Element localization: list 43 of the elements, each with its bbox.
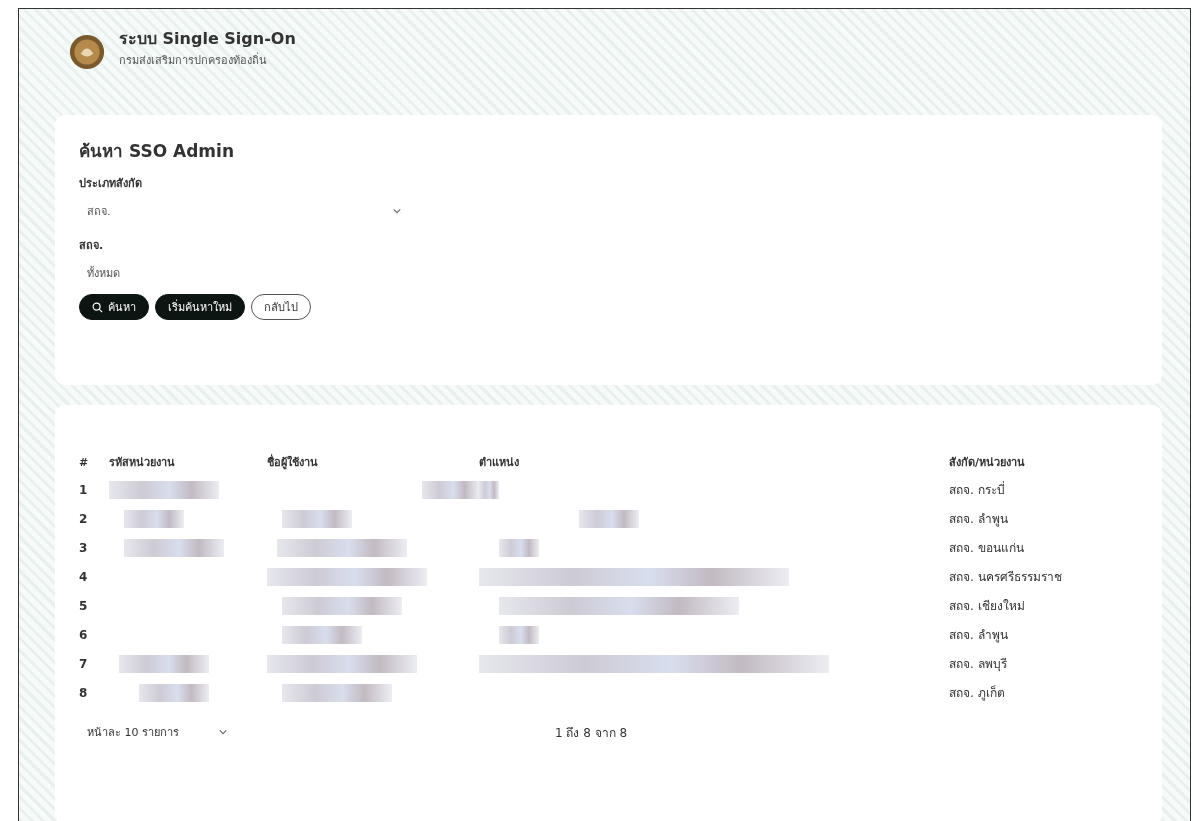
redacted-block [499,625,539,644]
column-header: ตำแหน่ง [479,455,520,471]
row-number: 6 [79,626,89,644]
field-label: สถจ. [79,238,105,254]
emblem-logo [69,34,105,70]
table-cell-text: สถจ. ลำพูน [949,511,1009,529]
table-cell-text: สถจ. ขอนแก่น [949,540,1025,557]
search-title: ค้นหา SSO Admin [79,140,235,163]
field-label: ประเภทสังกัด [79,176,143,192]
table-cell-text: สถจ. ลำพูน [949,627,1009,645]
input-field[interactable]: ทั้งหมด [79,254,425,292]
app-title: ระบบ Single Sign-On [119,27,296,50]
search-icon [92,301,103,313]
table-cell-text: สถจ. ลพบุรี [949,656,1008,674]
page-size-select[interactable]: หน้าละ 10 รายการ [79,719,235,745]
column-header: ชื่อผู้ใช้งาน [267,453,319,472]
table-cell-text: สถจ. นครศรีธรรมราช [949,569,1063,586]
pagination-info: 1 ถึง 8 จาก 8 [555,724,628,742]
reset-button[interactable]: เริ่มค้นหาใหม่ [155,294,245,320]
row-number: 8 [79,684,89,702]
row-number: 5 [79,597,89,615]
column-header: # [79,454,90,471]
column-header: รหัสหน่วยงาน [109,455,176,471]
table-cell-text: สถจ. เชียงใหม่ [949,598,1026,615]
redacted-block [499,538,539,557]
row-number: 2 [79,510,89,528]
back-button[interactable]: กลับไป [251,294,311,320]
row-number: 4 [79,568,89,586]
select-field[interactable]: สถจ. [79,192,409,230]
search-button[interactable]: ค้นหา [79,294,149,320]
column-header: สังกัด/หน่วยงาน [949,455,1027,471]
row-number: 7 [79,655,89,673]
redacted-block [139,683,209,702]
redacted-block [282,509,352,528]
table-cell-text: สถจ. ภูเก็ต [949,684,1006,703]
chevron-down-icon [219,729,227,735]
row-number: 1 [79,481,89,499]
row-number: 3 [79,539,89,557]
table-cell-text: สถจ. กระบี่ [949,480,1006,499]
redacted-block [124,509,184,528]
redacted-block [579,509,639,528]
chevron-down-icon [393,208,401,214]
organization-name: กรมส่งเสริมการปกครองท้องถิ่น [119,51,268,69]
